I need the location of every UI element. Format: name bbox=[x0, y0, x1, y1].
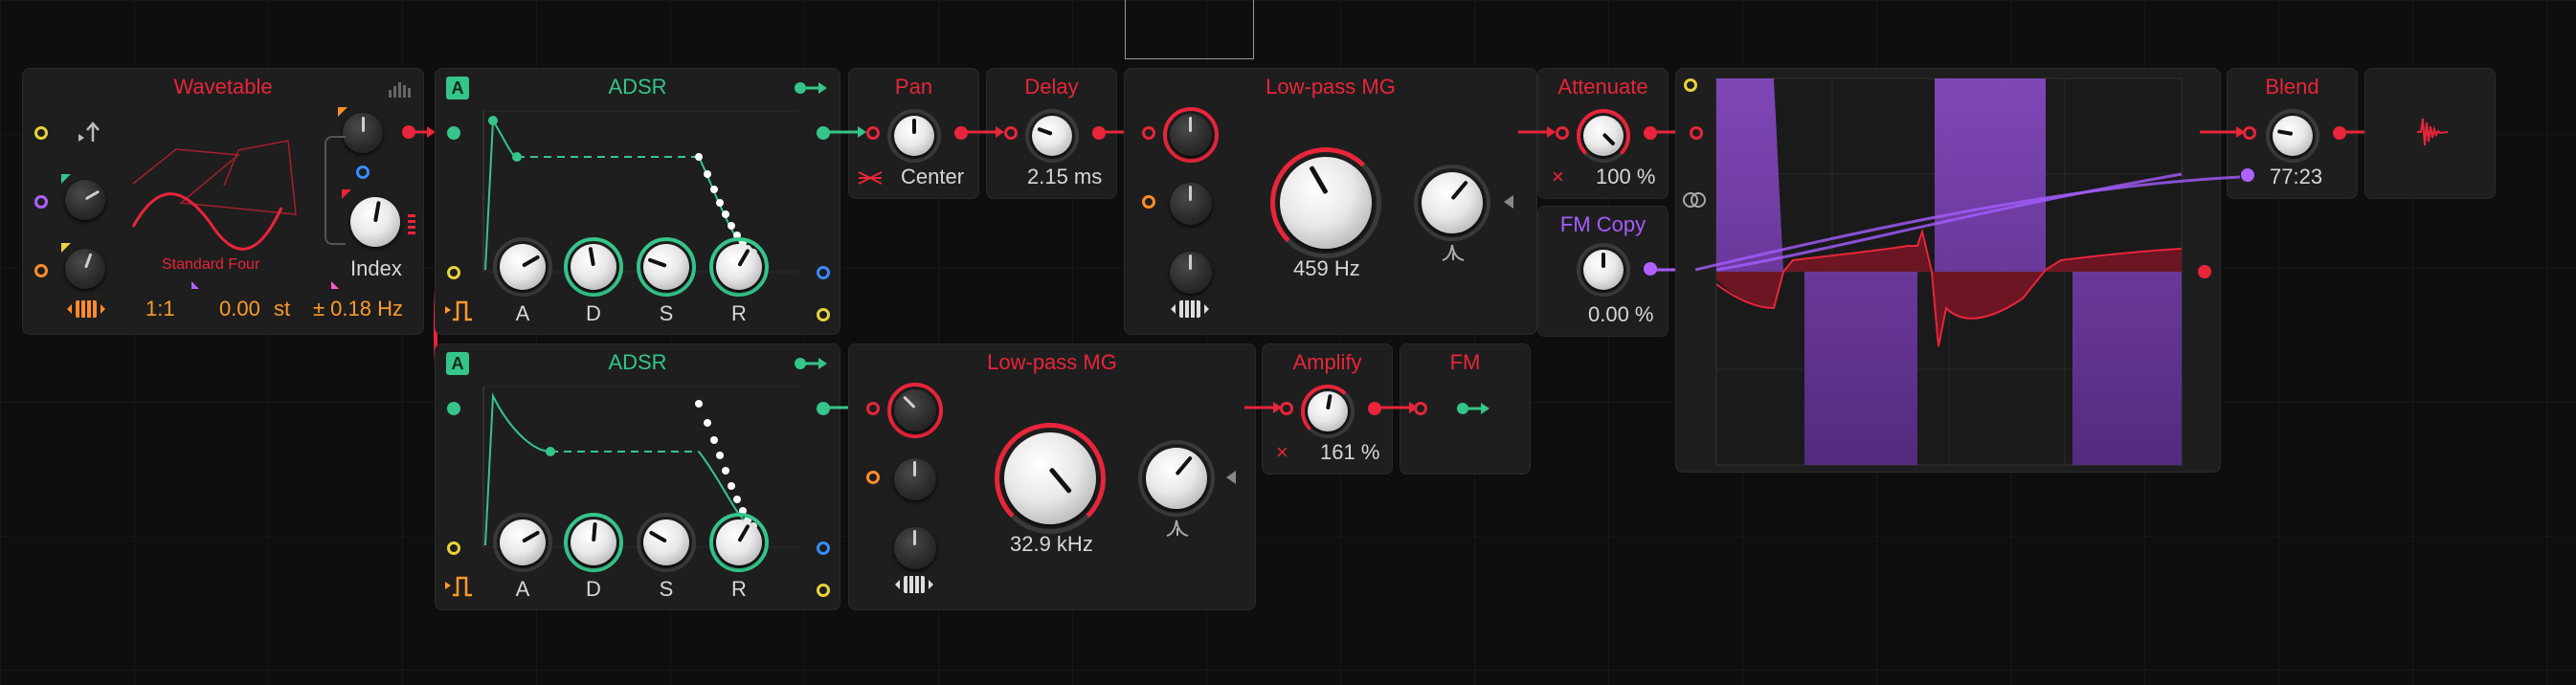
audio-waveform-icon[interactable] bbox=[2415, 115, 2450, 149]
audio-output-panel bbox=[2364, 68, 2496, 199]
blend-connectors bbox=[1694, 124, 2392, 272]
